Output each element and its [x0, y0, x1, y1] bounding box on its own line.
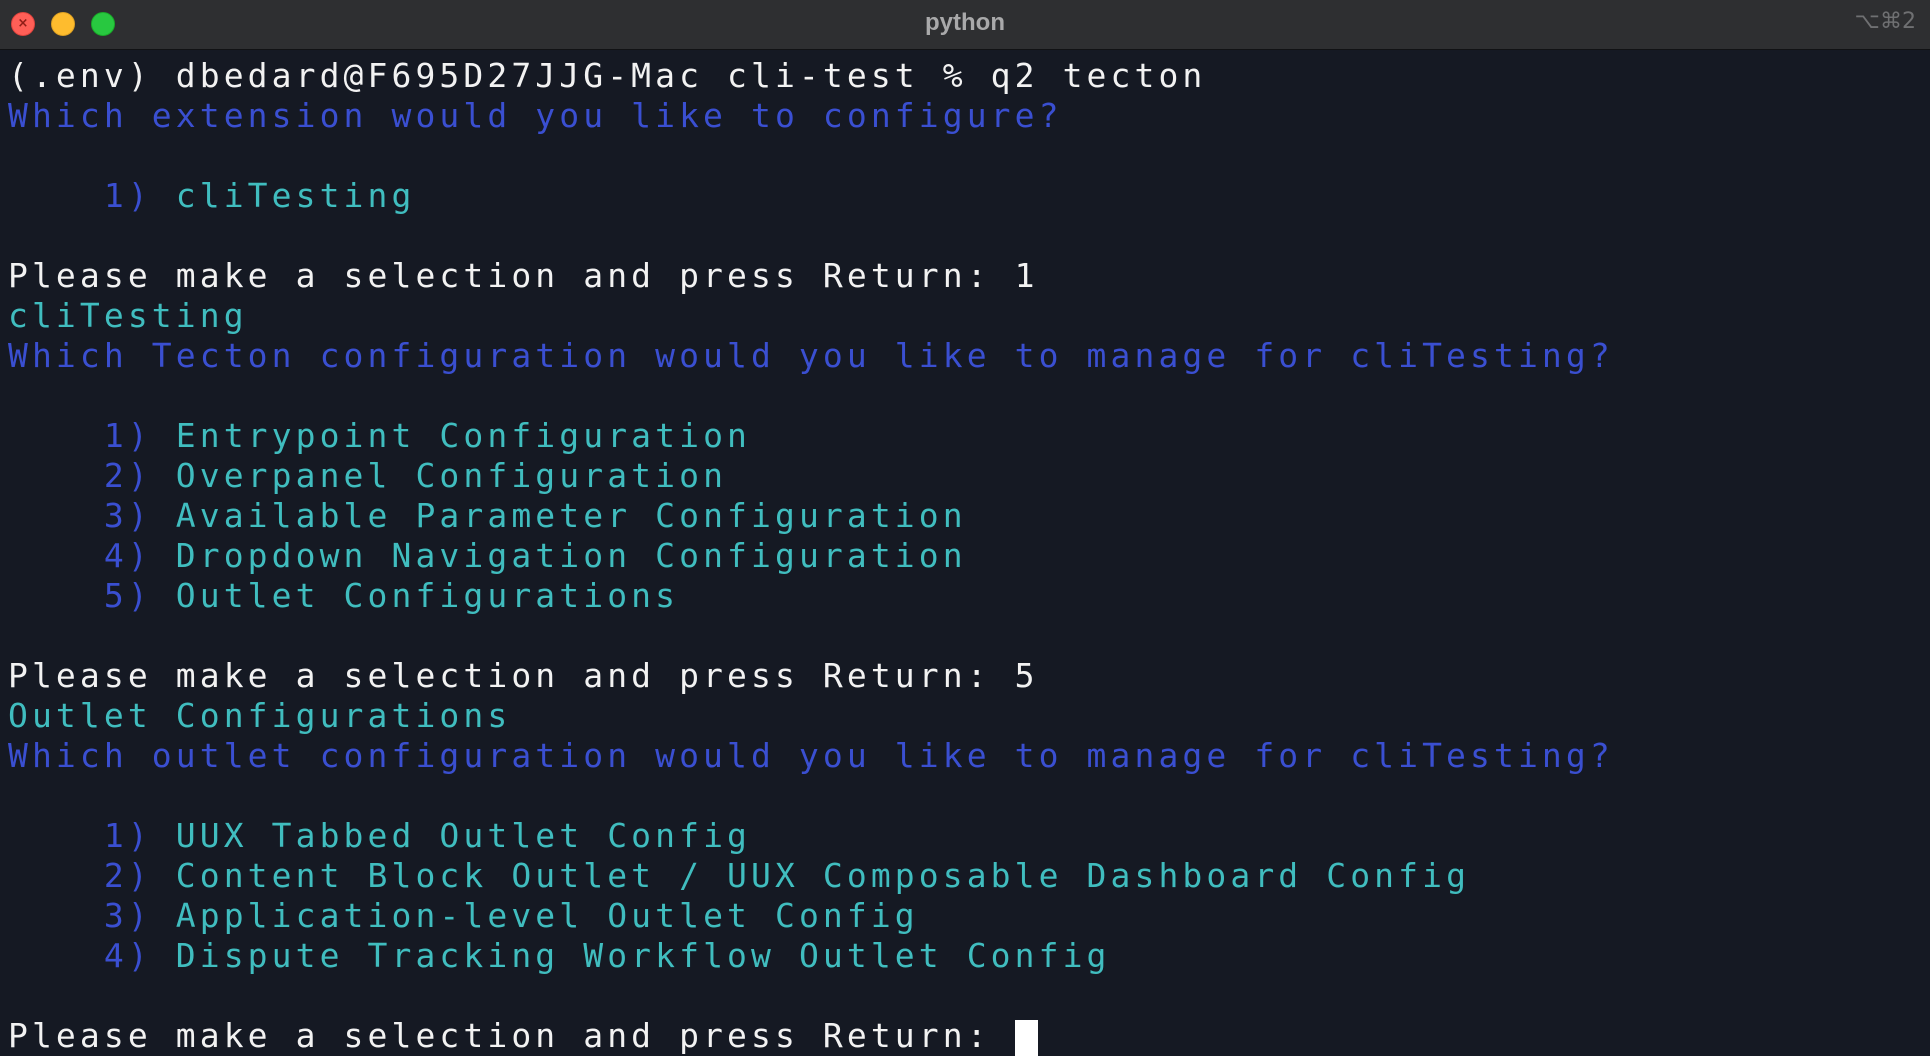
- option-label: Dispute Tracking Workflow Outlet Config: [175, 936, 1111, 975]
- config-option: 5) Outlet Configurations: [8, 576, 679, 616]
- option-label: cliTesting: [175, 176, 416, 215]
- option-number: 1): [103, 416, 152, 455]
- config-option: 1) Entrypoint Configuration: [8, 416, 751, 456]
- command-line: (.env) dbedard@F695D27JJG-Mac cli-test %…: [8, 56, 1207, 95]
- option-number: 1): [103, 176, 152, 215]
- option-label: Dropdown Navigation Configuration: [175, 536, 967, 575]
- selection-prompt: Please make a selection and press Return…: [8, 256, 1039, 295]
- selection-prompt: Please make a selection and press Return…: [8, 656, 1039, 695]
- option-label: Content Block Outlet / UUX Composable Da…: [175, 856, 1471, 895]
- option-label: Entrypoint Configuration: [175, 416, 752, 455]
- option-number: 3): [103, 496, 152, 535]
- selection-echo: cliTesting: [8, 296, 248, 335]
- option-number: 5): [103, 576, 152, 615]
- outlet-option: 3) Application-level Outlet Config: [8, 896, 919, 936]
- outlet-config-question: Which outlet configuration would you lik…: [8, 736, 1614, 775]
- option-number: 4): [103, 536, 152, 575]
- selection-echo: Outlet Configurations: [8, 696, 512, 735]
- option-number: 4): [103, 936, 152, 975]
- config-option: 2) Overpanel Configuration: [8, 456, 727, 496]
- option-label: Application-level Outlet Config: [175, 896, 919, 935]
- option-label: UUX Tabbed Outlet Config: [175, 816, 752, 855]
- text-cursor[interactable]: [1014, 1019, 1038, 1056]
- window-title: python: [925, 9, 1005, 36]
- option-number: 3): [103, 896, 152, 935]
- outlet-option: 2) Content Block Outlet / UUX Composable…: [8, 856, 1470, 896]
- tecton-config-question: Which Tecton configuration would you lik…: [8, 336, 1614, 375]
- window-shortcut-label: ⌥⌘2: [1854, 9, 1916, 34]
- config-option: 4) Dropdown Navigation Configuration: [8, 536, 967, 576]
- option-number: 2): [103, 456, 152, 495]
- terminal-output[interactable]: (.env) dbedard@F695D27JJG-Mac cli-test %…: [0, 56, 1930, 1056]
- config-option: 3) Available Parameter Configuration: [8, 496, 967, 536]
- extension-option: 1) cliTesting: [8, 176, 415, 216]
- option-label: Overpanel Configuration: [175, 456, 728, 495]
- outlet-option: 4) Dispute Tracking Workflow Outlet Conf…: [8, 936, 1111, 976]
- extension-question: Which extension would you like to config…: [8, 96, 1063, 135]
- outlet-option: 1) UUX Tabbed Outlet Config: [8, 816, 751, 856]
- terminal-window: × python ⌥⌘2 (.env) dbedard@F695D27JJG-M…: [0, 0, 1930, 1056]
- title-bar[interactable]: × python ⌥⌘2: [0, 0, 1930, 50]
- active-prompt-line[interactable]: Please make a selection and press Return…: [8, 1016, 1038, 1056]
- option-label: Available Parameter Configuration: [175, 496, 967, 535]
- option-label: Outlet Configurations: [175, 576, 680, 615]
- selection-prompt: Please make a selection and press Return…: [8, 1016, 1015, 1055]
- option-number: 2): [103, 856, 152, 895]
- option-number: 1): [103, 816, 152, 855]
